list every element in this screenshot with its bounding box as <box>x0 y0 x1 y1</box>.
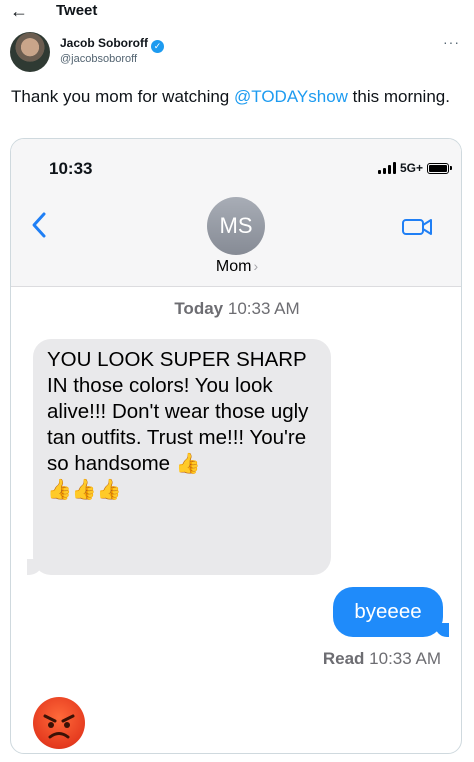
page-title: Tweet <box>56 2 98 19</box>
contact-avatar: MS <box>207 197 265 255</box>
tweet-media-image[interactable]: 10:33 5G+ MS Mom › Today 10:33 AM YOU LOO… <box>10 138 462 754</box>
status-bar-time: 10:33 <box>49 159 93 178</box>
contact-name: Mom › <box>11 258 461 276</box>
signal-bars-icon <box>377 162 396 174</box>
chevron-right-icon: › <box>253 258 259 274</box>
thumbs-up-emoji-icon: 👍 <box>175 453 201 475</box>
network-label: 5G+ <box>399 161 423 175</box>
tweet-author: Jacob Soboroff ✓ @jacobsoboroff ··· <box>10 32 464 76</box>
ellipsis-icon[interactable]: ··· <box>443 34 460 50</box>
message-timestamp: Today 10:33 AM <box>11 299 461 319</box>
battery-icon <box>427 162 452 174</box>
imessage-header: 10:33 5G+ MS Mom › <box>11 139 461 287</box>
verified-badge-icon: ✓ <box>151 40 165 53</box>
mention-link[interactable]: @TODAYshow <box>234 87 348 106</box>
back-chevron-icon <box>32 212 46 238</box>
author-name-label: Jacob Soboroff <box>60 36 149 50</box>
contact-name-label: Mom <box>215 258 252 275</box>
status-bar-indicators: 5G+ <box>377 160 452 176</box>
arrow-left-icon[interactable]: ← <box>10 0 28 22</box>
timestamp-time: 10:33 AM <box>227 299 300 318</box>
angry-face-emoji-icon <box>33 697 85 749</box>
thumbs-up-emoji-row-icon: 👍👍👍 <box>47 479 122 501</box>
incoming-message-bubble: YOU LOOK SUPER SHARP IN those colors! Yo… <box>33 339 331 575</box>
avatar[interactable] <box>10 32 50 72</box>
video-camera-icon <box>402 219 432 235</box>
read-time: 10:33 AM <box>369 649 441 668</box>
tweet-text-end: this morning. <box>347 87 450 106</box>
tweet-text-start: Thank you mom for watching <box>11 87 234 106</box>
tweet-text: Thank you mom for watching @TODAYshow th… <box>11 86 461 108</box>
read-receipt: Read 10:33 AM <box>323 649 441 669</box>
author-name[interactable]: Jacob Soboroff ✓ <box>60 36 165 53</box>
outgoing-message-bubble: byeeee <box>333 587 443 637</box>
timestamp-day: Today <box>174 299 224 318</box>
read-label: Read <box>322 649 365 668</box>
angry-face-drawing <box>43 714 75 739</box>
author-handle[interactable]: @jacobsoboroff <box>60 52 137 66</box>
topbar: ← Tweet <box>0 0 474 24</box>
